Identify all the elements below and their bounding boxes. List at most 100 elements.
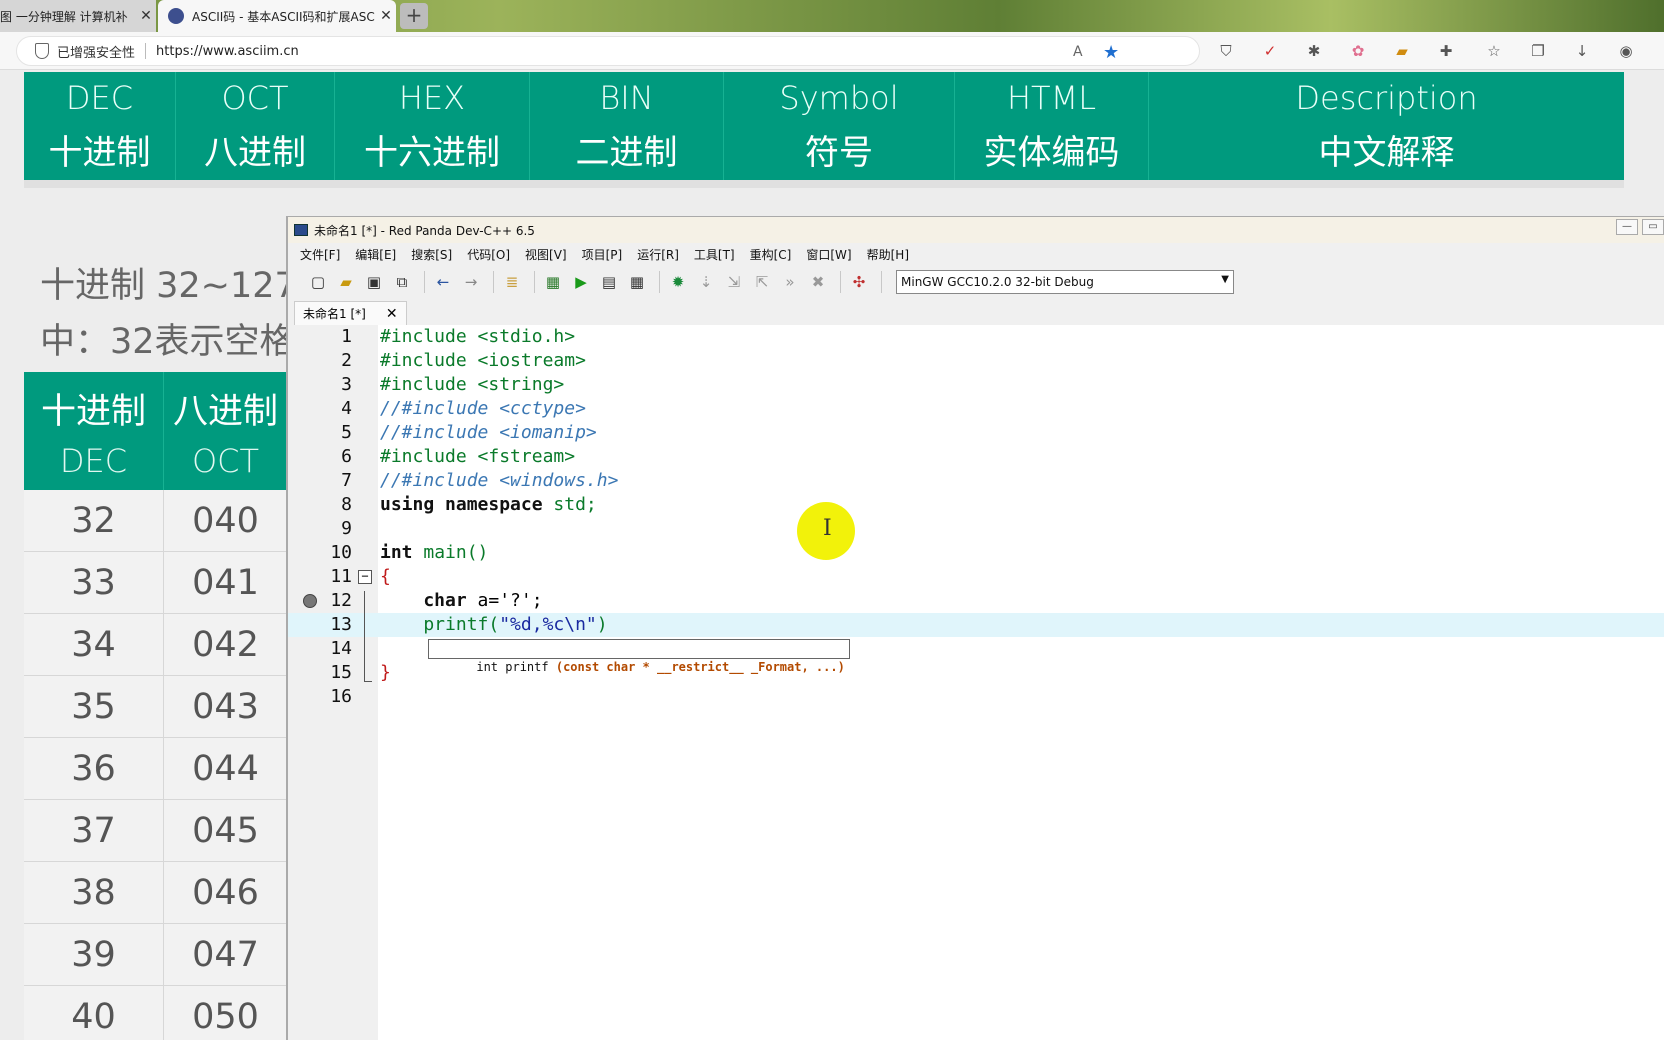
tab-title: 图 一分钟理解 计算机补 — [0, 9, 128, 24]
debug-bug-icon[interactable]: ✹ — [666, 270, 690, 294]
table-row: 37 045 — [24, 800, 288, 862]
menu-help[interactable]: 帮助[H] — [867, 246, 909, 263]
divider — [840, 271, 841, 293]
minimize-icon[interactable]: — — [1616, 219, 1638, 235]
open-folder-icon[interactable]: ▰ — [334, 270, 358, 294]
continue-icon[interactable]: » — [778, 270, 802, 294]
divider — [659, 271, 660, 293]
format-icon[interactable]: ≣ — [500, 270, 524, 294]
browser-tab-1[interactable]: 图 一分钟理解 计算机补 ✕ — [0, 0, 156, 32]
header-col-html: HTML 实体编码 — [955, 72, 1149, 180]
add-watch-icon[interactable]: ✣ — [847, 270, 871, 294]
code-line[interactable]: 9 — [288, 517, 1664, 541]
step-into-icon[interactable]: ⇲ — [722, 270, 746, 294]
browser-tab-2[interactable]: ASCII码 - 基本ASCII码和扩展ASC ✕ — [158, 0, 396, 32]
code-line[interactable]: 2 #include <iostream> — [288, 349, 1664, 373]
fold-toggle-icon[interactable]: − — [358, 570, 372, 584]
close-icon[interactable]: ✕ — [386, 306, 398, 322]
menu-refactor[interactable]: 重构[C] — [750, 246, 792, 263]
extension-icon[interactable]: ✱ — [1304, 41, 1324, 61]
extension-icon[interactable]: ✿ — [1348, 41, 1368, 61]
download-icon[interactable]: ↓ — [1572, 41, 1592, 61]
url-text[interactable]: https://www.asciim.cn — [156, 44, 299, 59]
new-tab-button[interactable]: + — [400, 3, 428, 29]
compiler-select[interactable]: MinGW GCC10.2.0 32-bit Debug ▼ — [896, 270, 1234, 294]
line-number: 15 — [330, 662, 352, 683]
close-icon[interactable]: ✕ — [376, 8, 396, 24]
menu-project[interactable]: 项目[P] — [582, 246, 623, 263]
security-label[interactable]: 已增强安全性 — [57, 42, 135, 61]
code-line[interactable]: 7 //#include <windows.h> — [288, 469, 1664, 493]
code-line[interactable]: 1 #include <stdio.h> — [288, 325, 1664, 349]
save-icon[interactable]: ▣ — [362, 270, 386, 294]
cell-oct: 045 — [164, 800, 288, 861]
range-description: 十进制 32~127 中：32表示空格 — [40, 258, 290, 370]
file-tab[interactable]: 未命名1 [*] ✕ — [294, 301, 407, 325]
menu-edit[interactable]: 编辑[E] — [355, 246, 396, 263]
cell-dec: 36 — [24, 738, 164, 799]
compiler-value: MinGW GCC10.2.0 32-bit Debug — [901, 275, 1094, 289]
code-line[interactable]: 5 //#include <iomanip> — [288, 421, 1664, 445]
ascii-table: 十进制 DEC 八进制 OCT 32 040 33 041 34 042 35 043 … — [24, 372, 288, 1040]
undo-icon[interactable]: ← — [431, 270, 455, 294]
code-line[interactable]: 16 — [288, 685, 1664, 709]
menu-view[interactable]: 视图[V] — [525, 246, 567, 263]
header-en: OCT — [191, 441, 260, 480]
new-file-icon[interactable]: ▢ — [306, 270, 330, 294]
code-line[interactable]: 10 int main() — [288, 541, 1664, 565]
code-line[interactable]: 12 char a='?'; — [288, 589, 1664, 613]
redo-icon[interactable]: → — [459, 270, 483, 294]
extension-icon[interactable]: ▰ — [1392, 41, 1412, 61]
maximize-icon[interactable]: ▭ — [1642, 219, 1664, 235]
menu-tools[interactable]: 工具[T] — [694, 246, 735, 263]
extensions-puzzle-icon[interactable]: ✚ — [1436, 41, 1456, 61]
step-over-icon[interactable]: ⇣ — [694, 270, 718, 294]
table-row: 40 050 — [24, 986, 288, 1040]
code-line[interactable]: 4 //#include <cctype> — [288, 397, 1664, 421]
header-zh: 中文解释 — [1318, 132, 1455, 173]
save-all-icon[interactable]: ⧉ — [390, 270, 414, 294]
menu-run[interactable]: 运行[R] — [637, 246, 679, 263]
cell-oct: 050 — [164, 986, 288, 1040]
header-col-hex: HEX 十六进制 — [335, 72, 530, 180]
menu-window[interactable]: 窗口[W] — [806, 246, 851, 263]
shield-icon — [35, 43, 49, 59]
code-editor[interactable]: 1 #include <stdio.h> 2 #include <iostrea… — [288, 325, 1664, 1040]
edge-icon[interactable]: ◉ — [1616, 41, 1636, 61]
menu-search[interactable]: 搜索[S] — [411, 246, 452, 263]
table-row: 32 040 — [24, 490, 288, 552]
favorites-icon[interactable]: ☆ — [1484, 41, 1504, 61]
stop-icon[interactable]: ✖ — [806, 270, 830, 294]
menu-file[interactable]: 文件[F] — [300, 246, 340, 263]
header-zh: 八进制 — [172, 391, 278, 432]
fold-guide-end — [364, 681, 372, 682]
rebuild-icon[interactable]: ▦ — [625, 270, 649, 294]
cell-dec: 33 — [24, 552, 164, 613]
url-input[interactable]: 已增强安全性 https://www.asciim.cn A ★ — [16, 36, 1200, 66]
favorite-star-icon[interactable]: ★ — [1103, 37, 1119, 67]
read-aloud-icon[interactable]: A — [1073, 37, 1083, 67]
menu-code[interactable]: 代码[O] — [467, 246, 510, 263]
code-line[interactable]: 11 − { — [288, 565, 1664, 589]
compile-run-icon[interactable]: ▤ — [597, 270, 621, 294]
code-line[interactable]: 3 #include <string> — [288, 373, 1664, 397]
code-line[interactable]: 8 using namespace std; — [288, 493, 1664, 517]
run-icon[interactable]: ▶ — [569, 270, 593, 294]
keyword: using namespace — [380, 494, 554, 515]
comment: //#include <iomanip> — [380, 422, 597, 443]
include-path: <stdio.h> — [477, 326, 576, 347]
close-icon[interactable]: ✕ — [136, 8, 156, 24]
cell-oct: 042 — [164, 614, 288, 675]
code-line-active[interactable]: 13 printf("%d,%c\n") — [288, 613, 1664, 637]
hint-args: (const char * __restrict__ _Format, ...) — [555, 660, 845, 674]
paren: ) — [596, 614, 608, 635]
collections-icon[interactable]: ❐ — [1528, 41, 1548, 61]
line-number: 14 — [330, 638, 352, 659]
line-number: 12 — [330, 590, 352, 611]
code-line[interactable]: 6 #include <fstream> — [288, 445, 1664, 469]
step-out-icon[interactable]: ⇱ — [750, 270, 774, 294]
ide-title-bar[interactable]: 未命名1 [*] - Red Panda Dev-C++ 6.5 — ▭ — [288, 217, 1664, 243]
extension-icon[interactable]: ✓ — [1260, 41, 1280, 61]
shield-extension-icon[interactable]: ⛉ — [1216, 41, 1236, 61]
compile-icon[interactable]: ▦ — [541, 270, 565, 294]
